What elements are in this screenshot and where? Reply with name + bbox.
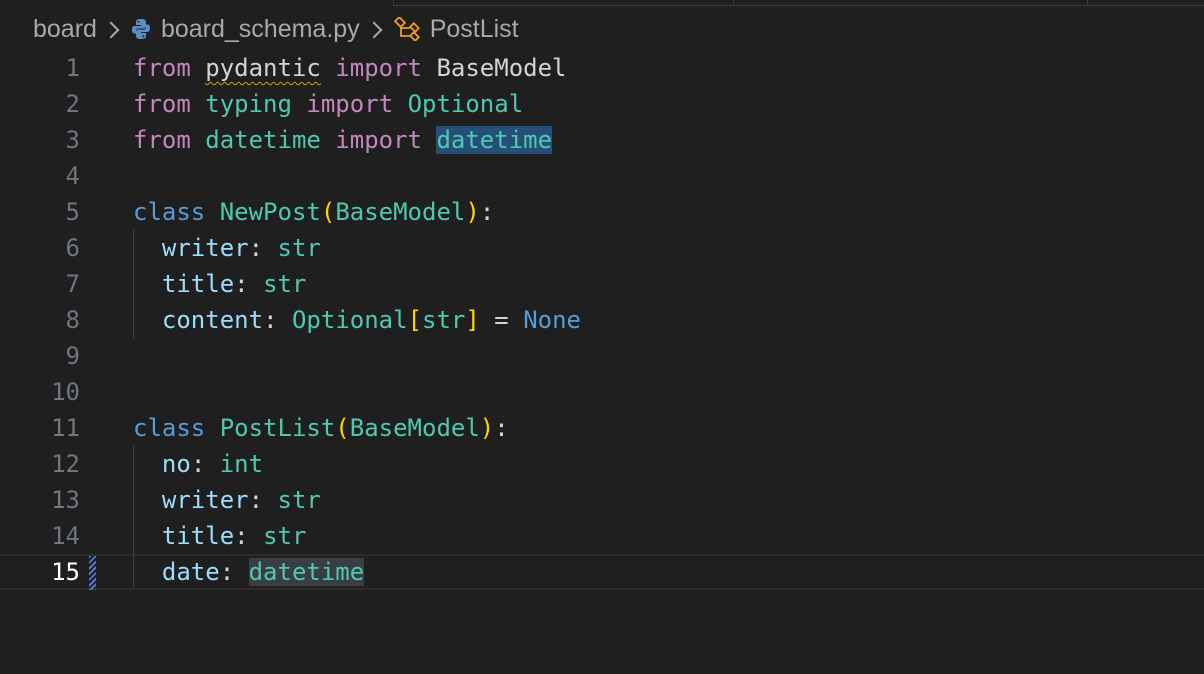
class-name: PostList <box>219 414 336 442</box>
chevron-right-icon <box>102 21 120 39</box>
keyword: from <box>133 54 191 82</box>
line-number: 6 <box>65 234 80 262</box>
keyword: import <box>335 126 422 154</box>
breadcrumb-symbol-label: PostList <box>429 14 519 43</box>
line-number: 14 <box>51 522 80 550</box>
line-number: 1 <box>65 54 80 82</box>
line-number: 10 <box>51 378 80 406</box>
field-type: str <box>263 270 307 298</box>
field-name: writer <box>161 234 249 262</box>
code-line[interactable]: 8 content: Optional[str] = None <box>0 302 1204 338</box>
colon: : <box>234 522 249 550</box>
code-line[interactable]: 11 class PostList(BaseModel): <box>0 410 1204 446</box>
colon: : <box>234 270 249 298</box>
code-line[interactable]: 10 <box>0 374 1204 410</box>
code-line[interactable]: 1 from pydantic import BaseModel <box>0 50 1204 86</box>
keyword: import <box>306 90 394 118</box>
bracket: ] <box>465 306 480 334</box>
colon: : <box>190 450 206 478</box>
field-type: str <box>277 234 321 262</box>
colon: : <box>219 558 235 586</box>
colon: : <box>248 486 264 514</box>
code-line[interactable]: 9 <box>0 338 1204 374</box>
code-line[interactable]: 13 writer: str <box>0 482 1204 518</box>
keyword: from <box>133 90 191 118</box>
bracket: ( <box>320 198 336 226</box>
code-line[interactable]: 2 from typing import Optional <box>0 86 1204 122</box>
line-number: 7 <box>65 270 80 298</box>
field-type: int <box>219 450 264 478</box>
operator: = <box>494 306 509 334</box>
field-name: no <box>161 450 191 478</box>
field-type-inner: str <box>422 306 466 334</box>
current-code-line[interactable]: 15 date: datetime <box>0 554 1204 590</box>
field-name: writer <box>161 486 249 514</box>
breadcrumb-folder-label: board <box>33 14 97 43</box>
breadcrumb-file[interactable]: board_schema.py <box>131 15 360 44</box>
field-type: str <box>277 486 321 514</box>
code-line[interactable]: 5 class NewPost(BaseModel): <box>0 194 1204 230</box>
breadcrumb: board board_schema.py PostList <box>33 10 519 48</box>
module-name-warning[interactable]: pydantic <box>205 54 321 82</box>
import-name: BaseModel <box>436 54 567 82</box>
line-number: 8 <box>65 306 80 334</box>
line-number-active: 15 <box>51 558 80 586</box>
code-line[interactable]: 3 from datetime import datetime <box>0 122 1204 158</box>
colon: : <box>248 234 264 262</box>
bracket: ( <box>335 414 350 442</box>
module-name: typing <box>205 90 292 118</box>
code-line[interactable]: 6 writer: str <box>0 230 1204 266</box>
module-name: datetime <box>205 126 321 154</box>
keyword: from <box>133 126 191 154</box>
breadcrumb-folder[interactable]: board <box>33 15 97 44</box>
line-number: 2 <box>65 90 80 118</box>
line-number: 12 <box>51 450 80 478</box>
keyword: class <box>133 414 206 442</box>
code-line[interactable]: 14 title: str <box>0 518 1204 554</box>
field-type: Optional <box>291 306 408 334</box>
field-name: date <box>161 558 220 586</box>
colon: : <box>494 414 509 442</box>
line-number: 13 <box>51 486 80 514</box>
tab-bar-edge <box>393 0 1204 6</box>
python-file-icon <box>131 18 151 40</box>
class-symbol-icon <box>393 17 422 41</box>
code-editor[interactable]: board board_schema.py PostList 1 from py… <box>0 0 1204 674</box>
code-line[interactable]: 4 <box>0 158 1204 194</box>
field-type: str <box>263 522 307 550</box>
field-type-highlighted: datetime <box>248 558 365 586</box>
default-value: None <box>523 306 581 334</box>
chevron-right-icon <box>365 21 383 39</box>
base-class: BaseModel <box>335 198 466 226</box>
code-area[interactable]: 1 from pydantic import BaseModel 2 from … <box>0 50 1204 590</box>
field-name: title <box>161 270 235 298</box>
import-name-highlighted: datetime <box>436 126 553 154</box>
keyword: import <box>335 54 422 82</box>
bracket: ) <box>479 414 495 442</box>
line-number: 9 <box>65 342 80 370</box>
line-number: 3 <box>65 126 80 154</box>
code-line[interactable]: 7 title: str <box>0 266 1204 302</box>
bracket: ) <box>465 198 480 226</box>
code-line[interactable]: 12 no: int <box>0 446 1204 482</box>
base-class: BaseModel <box>349 414 480 442</box>
field-name: content <box>161 306 264 334</box>
colon: : <box>263 306 278 334</box>
class-name: NewPost <box>219 198 321 226</box>
colon: : <box>479 198 495 226</box>
modified-gutter-indicator[interactable] <box>89 556 96 590</box>
keyword: class <box>133 198 206 226</box>
bracket: [ <box>407 306 423 334</box>
line-number: 11 <box>51 414 80 442</box>
breadcrumb-file-label: board_schema.py <box>160 14 360 43</box>
breadcrumb-symbol[interactable]: PostList <box>393 14 519 44</box>
field-name: title <box>161 522 235 550</box>
line-number: 5 <box>65 198 80 226</box>
import-name: Optional <box>407 90 524 118</box>
line-number: 4 <box>65 162 80 190</box>
